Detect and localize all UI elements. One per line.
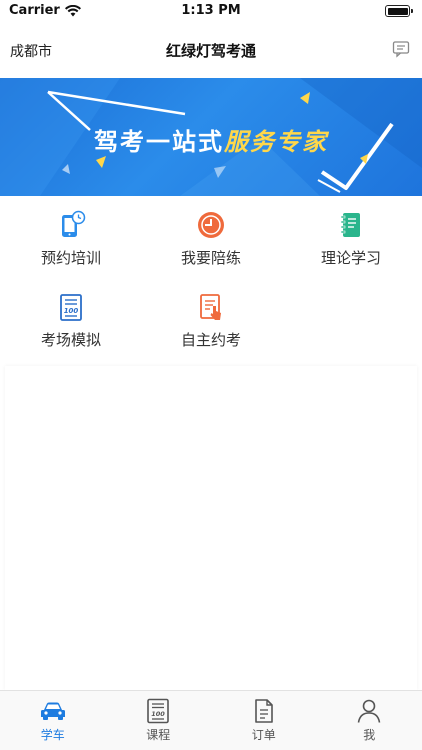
car-icon — [40, 702, 65, 720]
tab-bar: 学车 100 课程 订单 我 — [0, 690, 422, 750]
user-icon — [357, 699, 381, 723]
tab-me[interactable]: 我 — [317, 691, 422, 750]
status-bar: Carrier 1:13 PM — [0, 0, 422, 22]
hand-form-icon — [200, 294, 221, 320]
svg-text:100: 100 — [64, 307, 79, 315]
menu-item-self-booking-exam[interactable]: 自主约考 — [141, 278, 281, 350]
menu-item-label: 我要陪练 — [180, 249, 241, 267]
order-icon — [254, 699, 273, 723]
menu-item-label: 自主约考 — [180, 331, 241, 349]
banner-slogan-part1: 驾考一站式 — [94, 128, 224, 156]
city-selector[interactable]: 成都市 — [10, 41, 52, 61]
exam-paper-icon: 100 — [60, 294, 82, 321]
notebook-icon — [340, 213, 360, 237]
navigation-bar: 成都市 红绿灯驾考通 — [0, 22, 422, 78]
content-area — [5, 366, 417, 690]
menu-item-theory[interactable]: 理论学习 — [281, 196, 421, 268]
menu-item-practice[interactable]: 我要陪练 — [141, 196, 281, 268]
banner-slogan: 驾考一站式服务专家 — [0, 122, 422, 157]
course-icon: 100 — [147, 698, 170, 724]
menu-item-label: 预约培训 — [40, 249, 101, 267]
phone-booking-icon — [62, 210, 86, 237]
tab-label: 订单 — [251, 728, 276, 742]
svg-text:100: 100 — [151, 710, 165, 718]
battery-icon — [385, 5, 413, 17]
tab-learn-car[interactable]: 学车 — [0, 691, 106, 750]
tab-orders[interactable]: 订单 — [211, 691, 317, 750]
banner-slogan-part2: 服务专家 — [224, 128, 328, 156]
function-menu: 预约培训 我要陪练 理论学习 100 考场模拟 自主约考 — [0, 196, 422, 366]
menu-item-booking-training[interactable]: 预约培训 — [1, 196, 141, 268]
tab-courses[interactable]: 100 课程 — [106, 691, 212, 750]
status-time: 1:13 PM — [181, 3, 241, 18]
clock-icon — [198, 212, 224, 238]
menu-item-exam-simulation[interactable]: 100 考场模拟 — [1, 278, 141, 350]
menu-item-label: 考场模拟 — [40, 331, 101, 349]
tab-label: 课程 — [146, 728, 171, 742]
message-icon[interactable] — [392, 40, 410, 58]
page-title: 红绿灯驾考通 — [165, 42, 256, 60]
menu-item-label: 理论学习 — [320, 249, 381, 267]
tab-label: 学车 — [40, 728, 65, 742]
promo-banner[interactable]: 驾考一站式服务专家 — [0, 78, 422, 196]
tab-label: 我 — [363, 728, 376, 742]
